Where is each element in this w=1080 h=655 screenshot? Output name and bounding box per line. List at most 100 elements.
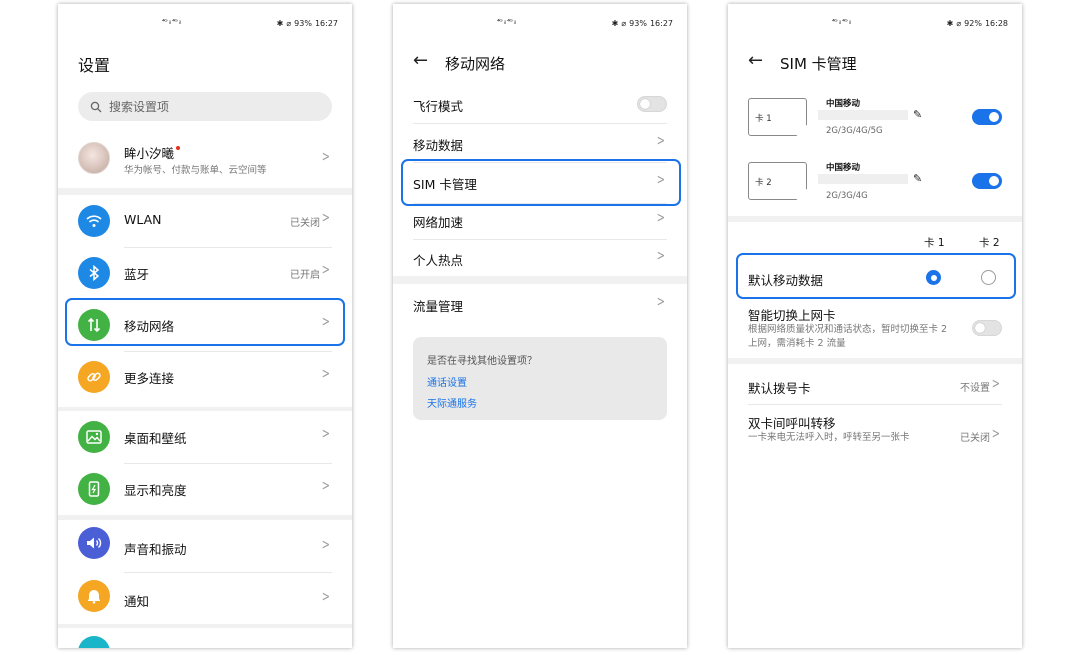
- settings-item-label: 桌面和壁纸: [124, 431, 187, 446]
- settings-item-sound[interactable]: 声音和振动 >: [58, 520, 352, 572]
- page-title: 移动网络: [445, 55, 506, 73]
- bluetooth-status-icon: ✱: [611, 19, 619, 28]
- chevron-right-icon: >: [992, 426, 1001, 442]
- divider: [413, 123, 667, 124]
- settings-item-display-brightness[interactable]: 显示和亮度 >: [58, 463, 352, 515]
- back-arrow-icon[interactable]: ←: [748, 50, 763, 71]
- call-settings-card: [728, 364, 1022, 648]
- avatar: [78, 142, 110, 174]
- image-icon: [78, 421, 110, 453]
- skytone-service-link[interactable]: 天际通服务: [427, 395, 477, 410]
- chevron-right-icon: >: [657, 248, 666, 264]
- partial-settings-icon: [78, 636, 110, 648]
- chevron-right-icon: >: [992, 376, 1001, 392]
- suggestion-box: 是否在寻找其他设置项？ 通话设置 天际通服务: [413, 337, 667, 420]
- airplane-mode-toggle[interactable]: [637, 96, 667, 112]
- sim-bands: 2G/3G/4G/5G: [826, 126, 883, 136]
- display-group: 桌面和壁纸 > 显示和亮度 >: [58, 411, 352, 515]
- column-header-card-2: 卡 2: [979, 237, 1000, 249]
- row-label: 飞行模式: [413, 99, 464, 114]
- settings-item-label: 通知: [124, 594, 150, 609]
- settings-item-label: WLAN: [124, 212, 162, 227]
- chevron-right-icon: >: [322, 262, 331, 278]
- status-bar: ⁴ᴳ ᵢₗ ⁴ᴳ ᵢₗ ✱ ⌀ 92% 16:28: [728, 4, 1022, 42]
- row-label: 流量管理: [413, 299, 464, 314]
- chevron-right-icon: >: [322, 366, 331, 382]
- sim-card-label: 卡 1: [755, 114, 772, 124]
- profile-name: 眸小汐曦: [124, 143, 181, 162]
- sim-carrier: 中国移动: [826, 163, 861, 173]
- sim-card-label: 卡 2: [755, 178, 772, 188]
- profile-subtitle: 华为帐号、付款与账单、云空间等: [124, 165, 267, 176]
- sound-group: 声音和振动 > 通知 >: [58, 520, 352, 624]
- settings-item-label: 更多连接: [124, 371, 175, 386]
- sim-management-screen: ⁴ᴳ ᵢₗ ⁴ᴳ ᵢₗ ✱ ⌀ 92% 16:28 ← SIM 卡管理 卡 1 …: [728, 4, 1022, 648]
- settings-item-more-connections[interactable]: 更多连接 >: [58, 351, 352, 403]
- bluetooth-status: 已开启: [290, 270, 320, 281]
- next-group: [58, 628, 352, 648]
- highlight-default-mobile-data: [736, 253, 1016, 299]
- sim-number-redacted: [818, 174, 908, 184]
- row-label: 网络加速: [413, 215, 464, 230]
- settings-screen: ⁴ᴳ ᵢₗ ⁴ᴳ ᵢₗ ✱ ⌀ 93% 16:27 设置 搜索设置项 眸小汐曦 …: [58, 4, 352, 648]
- sim-2-toggle[interactable]: [972, 173, 1002, 189]
- mute-icon: ⌀: [956, 19, 962, 28]
- clock: 16:28: [984, 19, 1008, 28]
- call-forward-description: 一卡来电无法呼入时，呼转至另一张卡: [748, 432, 910, 443]
- battery-level: 93%: [629, 19, 647, 28]
- battery-level: 93%: [294, 19, 312, 28]
- wlan-status: 已关闭: [290, 218, 320, 229]
- chevron-right-icon: >: [322, 210, 331, 226]
- settings-item-wlan[interactable]: WLAN 已关闭 >: [58, 195, 352, 247]
- clock: 16:27: [649, 19, 673, 28]
- chevron-right-icon: >: [657, 210, 666, 226]
- search-icon: [90, 101, 102, 112]
- sim-bands: 2G/3G/4G: [826, 191, 868, 201]
- chevron-right-icon: >: [657, 294, 666, 310]
- bluetooth-icon: [78, 257, 110, 289]
- notification-dot: [176, 146, 181, 150]
- call-settings-link[interactable]: 通话设置: [427, 374, 467, 389]
- row-label: 个人热点: [413, 253, 464, 268]
- mobile-network-screen: ⁴ᴳ ᵢₗ ⁴ᴳ ᵢₗ ✱ ⌀ 93% 16:27 ← 移动网络 飞行模式 移动…: [393, 4, 687, 648]
- speaker-icon: [78, 527, 110, 559]
- settings-item-label: 蓝牙: [124, 267, 150, 282]
- sim-carrier: 中国移动: [826, 99, 861, 109]
- column-header-card-1: 卡 1: [924, 237, 945, 249]
- edit-icon[interactable]: ✎: [913, 108, 922, 121]
- chevron-right-icon: >: [322, 589, 331, 605]
- bell-icon: [78, 580, 110, 612]
- status-bar: ⁴ᴳ ᵢₗ ⁴ᴳ ᵢₗ ✱ ⌀ 93% 16:27: [58, 4, 352, 42]
- signal-indicator: ⁴ᴳ ᵢₗ ⁴ᴳ ᵢₗ: [497, 18, 516, 26]
- clock: 16:27: [314, 19, 338, 28]
- bluetooth-status-icon: ✱: [276, 19, 284, 28]
- wifi-icon: [78, 205, 110, 237]
- row-label: 移动数据: [413, 138, 464, 153]
- chevron-right-icon: >: [322, 537, 331, 553]
- mute-icon: ⌀: [621, 19, 627, 28]
- settings-item-desktop-wallpaper[interactable]: 桌面和壁纸 >: [58, 411, 352, 463]
- mute-icon: ⌀: [286, 19, 292, 28]
- bluetooth-status-icon: ✱: [946, 19, 954, 28]
- settings-item-notification[interactable]: 通知 >: [58, 572, 352, 624]
- settings-item-bluetooth[interactable]: 蓝牙 已开启 >: [58, 247, 352, 299]
- chevron-right-icon: >: [322, 426, 331, 442]
- search-input[interactable]: 搜索设置项: [78, 92, 332, 121]
- back-arrow-icon[interactable]: ←: [413, 50, 428, 71]
- divider: [748, 404, 1002, 405]
- sim-1-toggle[interactable]: [972, 109, 1002, 125]
- smart-switch-toggle[interactable]: [972, 320, 1002, 336]
- settings-item-label: 声音和振动: [124, 542, 187, 557]
- signal-indicator: ⁴ᴳ ᵢₗ ⁴ᴳ ᵢₗ: [832, 18, 851, 26]
- battery-level: 92%: [964, 19, 982, 28]
- signal-indicator: ⁴ᴳ ᵢₗ ⁴ᴳ ᵢₗ: [162, 18, 181, 26]
- highlight-sim-management: [401, 159, 681, 206]
- status-bar: ⁴ᴳ ᵢₗ ⁴ᴳ ᵢₗ ✱ ⌀ 93% 16:27: [393, 4, 687, 42]
- page-title: SIM 卡管理: [780, 55, 857, 73]
- settings-item-label: 显示和亮度: [124, 483, 187, 498]
- call-forward-value: 已关闭: [960, 433, 990, 444]
- row-label: 双卡间呼叫转移: [748, 416, 836, 431]
- chevron-right-icon: >: [322, 149, 331, 165]
- edit-icon[interactable]: ✎: [913, 172, 922, 185]
- row-label: 智能切换上网卡: [748, 308, 836, 323]
